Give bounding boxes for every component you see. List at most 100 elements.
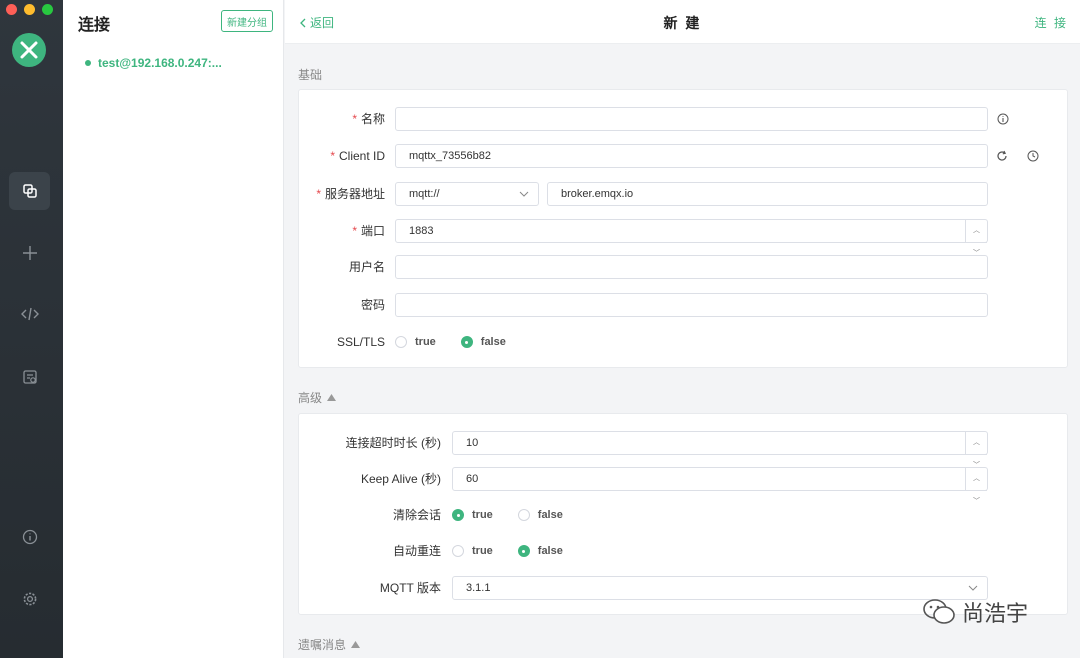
close-window-button[interactable]	[6, 4, 17, 15]
zoom-window-button[interactable]	[42, 4, 53, 15]
timeout-input[interactable]: 10 ︿ ﹀	[452, 431, 988, 469]
reconnect-row: 自动重连 true false	[299, 539, 1069, 563]
timeout-label: 连接超时时长 (秒)	[345, 436, 441, 450]
refresh-client-id-button[interactable]	[994, 148, 1010, 164]
top-bar: 返回 新 建 连 接	[285, 0, 1080, 44]
rail-connections-button[interactable]	[9, 172, 50, 210]
ssl-label: SSL/TLS	[336, 335, 385, 349]
log-icon	[22, 370, 37, 384]
rail-new-button[interactable]	[9, 234, 50, 272]
protocol-select[interactable]: mqtt://	[395, 182, 539, 206]
triangle-up-icon	[351, 641, 361, 648]
code-icon	[20, 307, 39, 321]
name-row: * 名称	[299, 107, 1069, 131]
keepalive-row: Keep Alive (秒) 60 ︿ ﹀	[299, 467, 1069, 505]
port-label: * 端口	[352, 224, 385, 238]
keepalive-value: 60	[466, 473, 479, 485]
password-label: 密码	[360, 298, 385, 312]
advanced-section-text: 高级	[298, 391, 323, 405]
basic-card: * 名称 * Client ID mqttx_73556b82 * 服务器地址 mqt…	[298, 89, 1068, 368]
triangle-up-icon	[327, 394, 337, 401]
ssl-row: SSL/TLS true false	[299, 330, 1069, 354]
ssl-true-radio[interactable]: true	[395, 336, 436, 348]
will-section-toggle[interactable]: 遗嘱消息	[298, 636, 361, 653]
connection-list-panel: 连接 新建分组 test@192.168.0.247:...	[63, 0, 284, 658]
connect-button[interactable]: 连 接	[1035, 14, 1068, 31]
info-icon	[22, 529, 37, 545]
chevron-up-icon[interactable]: ︿	[966, 468, 987, 490]
info-icon	[997, 113, 1009, 125]
ssl-false-radio[interactable]: false	[460, 336, 506, 348]
username-row: 用户名	[299, 255, 1069, 279]
server-label: * 服务器地址	[316, 187, 385, 201]
advanced-card: 连接超时时长 (秒) 10 ︿ ﹀ Keep Alive (秒) 60 ︿ ﹀ 清除…	[298, 413, 1068, 615]
chevron-up-icon[interactable]: ︿	[966, 220, 987, 242]
mqtt-version-select[interactable]: 3.1.1	[452, 576, 988, 600]
clean-true-radio[interactable]: true	[452, 509, 493, 521]
rail-about-button[interactable]	[9, 518, 50, 556]
rail-settings-button[interactable]	[9, 580, 50, 618]
password-row: 密码	[299, 293, 1069, 317]
clock-icon	[1027, 150, 1039, 162]
client-id-input[interactable]: mqttx_73556b82	[395, 144, 988, 168]
window-controls	[6, 4, 53, 15]
host-input[interactable]: broker.emqx.io	[547, 182, 988, 206]
page-title: 新 建	[663, 15, 702, 31]
connection-item[interactable]: test@192.168.0.247:...	[85, 56, 222, 70]
keepalive-input[interactable]: 60 ︿ ﹀	[452, 467, 988, 505]
chevron-down-icon	[519, 191, 529, 197]
rail-script-button[interactable]	[9, 295, 50, 333]
app-rail	[0, 0, 63, 658]
mqtt-version-value: 3.1.1	[466, 582, 491, 594]
minimize-window-button[interactable]	[24, 4, 35, 15]
keepalive-stepper[interactable]: ︿ ﹀	[965, 468, 987, 505]
reconnect-label: 自动重连	[392, 544, 441, 558]
reconnect-false-radio[interactable]: false	[517, 545, 563, 557]
watermark-text: 尚浩宇	[962, 601, 1029, 626]
username-label: 用户名	[348, 260, 385, 274]
ssl-radio-group: true false	[395, 330, 531, 354]
username-input[interactable]	[395, 255, 988, 279]
name-input[interactable]	[395, 107, 988, 131]
port-stepper[interactable]: ︿ ﹀	[965, 220, 987, 257]
protocol-value: mqtt://	[409, 188, 440, 200]
keepalive-label: Keep Alive (秒)	[360, 472, 441, 486]
port-row: * 端口 1883 ︿ ﹀	[299, 219, 1069, 257]
refresh-icon	[997, 150, 1007, 161]
advanced-section-toggle[interactable]: 高级	[298, 389, 337, 406]
plus-icon	[22, 246, 37, 260]
clean-session-label: 清除会话	[392, 508, 441, 522]
password-input[interactable]	[395, 293, 988, 317]
reconnect-true-radio[interactable]: true	[452, 545, 493, 557]
timeout-value: 10	[466, 437, 479, 449]
main-content: 返回 新 建 连 接 基础 * 名称 * Client ID mqttx_73556…	[285, 0, 1080, 658]
basic-section-text: 基础	[298, 68, 323, 82]
will-section-text: 遗嘱消息	[298, 638, 347, 652]
client-id-label: * Client ID	[330, 149, 385, 163]
clean-session-row: 清除会话 true false	[299, 503, 1069, 527]
server-row: * 服务器地址 mqtt:// broker.emqx.io	[299, 182, 1069, 206]
name-label: * 名称	[352, 112, 385, 126]
client-id-row: * Client ID mqttx_73556b82	[299, 144, 1069, 168]
client-id-time-button[interactable]	[1025, 148, 1041, 164]
rail-log-button[interactable]	[9, 358, 50, 396]
port-value: 1883	[409, 225, 434, 237]
name-info-button[interactable]	[995, 111, 1011, 127]
clean-false-radio[interactable]: false	[517, 509, 563, 521]
new-group-button[interactable]: 新建分组	[221, 10, 273, 32]
mqtt-version-label: MQTT 版本	[379, 581, 441, 595]
mqttx-logo-icon	[12, 33, 46, 67]
connection-list-title: 连接	[78, 17, 111, 34]
chevron-up-icon[interactable]: ︿	[966, 432, 987, 454]
watermark: 尚浩宇	[922, 596, 1028, 628]
connection-item-name: test@192.168.0.247:...	[98, 56, 222, 70]
clean-session-radio-group: true false	[452, 503, 588, 527]
port-input[interactable]: 1883 ︿ ﹀	[395, 219, 988, 257]
gear-icon	[23, 592, 36, 606]
timeout-stepper[interactable]: ︿ ﹀	[965, 432, 987, 469]
chevron-down-icon	[968, 585, 978, 591]
basic-section-label: 基础	[298, 66, 322, 83]
wechat-icon	[923, 599, 955, 624]
reconnect-radio-group: true false	[452, 539, 588, 563]
connected-status-dot	[85, 60, 91, 66]
